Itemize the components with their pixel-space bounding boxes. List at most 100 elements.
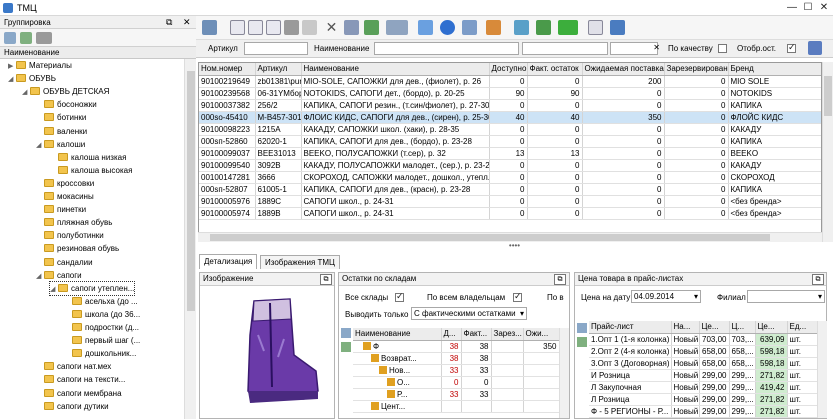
table-row[interactable]: 90100037382 256/2 КАПИКА, САПОГИ резин., (… bbox=[199, 99, 821, 112]
expand-arrow-icon[interactable]: ◢ bbox=[36, 270, 44, 283]
cancel-icon[interactable]: ✕ bbox=[324, 20, 339, 35]
tree-item[interactable]: ◢ ОБУВЬ ДЕТСКАЯ bbox=[22, 85, 109, 98]
tab-images[interactable]: Изображения ТМЦ bbox=[260, 255, 340, 269]
table-row[interactable]: 90100005974 1889В САПОГИ школ., р. 24-31 0 0… bbox=[199, 207, 821, 220]
stock-column-header[interactable]: Зарез... bbox=[491, 328, 524, 341]
stock-row[interactable]: Возврат... 38 38 bbox=[353, 352, 560, 365]
stock-column-header[interactable]: Д... bbox=[441, 328, 462, 341]
tree-item[interactable]: ◢ сапоги bbox=[36, 269, 82, 282]
document-icon[interactable] bbox=[588, 20, 603, 35]
price-column-header[interactable]: На... bbox=[671, 321, 700, 334]
expand-arrow-icon[interactable]: ◢ bbox=[8, 73, 16, 86]
price-date-input[interactable]: 04.09.2014 bbox=[631, 290, 701, 303]
save-icon[interactable] bbox=[344, 20, 359, 35]
stock-row[interactable]: Цент... bbox=[353, 400, 560, 413]
tree-item[interactable]: сапоги мембрана bbox=[36, 387, 122, 400]
columns-icon[interactable] bbox=[386, 20, 408, 35]
only-select[interactable]: С фактическими остатками bbox=[411, 307, 527, 320]
price-scrollbar[interactable] bbox=[817, 321, 827, 418]
price-row[interactable]: Ф - 5 РЕГИОНЫ - Р... Новый 299,00 299,... 27… bbox=[589, 405, 818, 418]
column-header[interactable]: Ожидаемая поставка bbox=[582, 63, 665, 76]
hide-icon[interactable] bbox=[418, 20, 433, 35]
tree-item[interactable]: ботинки bbox=[36, 111, 86, 124]
tab-details[interactable]: Детализация bbox=[199, 254, 258, 269]
hierarchy-icon[interactable] bbox=[202, 20, 217, 35]
expand-arrow-icon[interactable]: ▶ bbox=[8, 60, 16, 73]
grid-vertical-scrollbar[interactable] bbox=[822, 62, 833, 242]
apply-filter-icon[interactable] bbox=[808, 41, 822, 55]
copy-icon[interactable] bbox=[266, 20, 281, 35]
show-rest-checkbox[interactable] bbox=[787, 42, 796, 53]
tree-item[interactable]: ▶ Материалы bbox=[8, 59, 72, 72]
tree-item[interactable]: первый шаг (... bbox=[64, 334, 140, 347]
filter-input-3[interactable] bbox=[522, 42, 608, 55]
dock-icon[interactable]: ⧉ bbox=[166, 17, 172, 28]
tree-item[interactable]: подростки (д... bbox=[64, 321, 139, 334]
export-icon[interactable] bbox=[462, 20, 477, 35]
mark-delete-icon[interactable] bbox=[302, 20, 317, 35]
column-header[interactable]: Доступно bbox=[489, 63, 528, 76]
stock-column-header[interactable]: Ожи... bbox=[523, 328, 560, 341]
clear-filter-icon[interactable]: ✕ bbox=[607, 42, 660, 55]
price-dock-icon[interactable]: ⧉ bbox=[812, 274, 824, 285]
price-tool-icon-1[interactable] bbox=[577, 323, 587, 333]
stock-row[interactable]: Р... 33 33 bbox=[353, 388, 560, 401]
delete-icon[interactable] bbox=[284, 20, 299, 35]
column-header[interactable]: Ном.номер bbox=[199, 63, 256, 76]
tree-item[interactable]: кроссовки bbox=[36, 177, 94, 190]
price-row[interactable]: Л Розница Новый 299,00 299,... 271,82 шт. bbox=[589, 393, 818, 406]
tree-item[interactable]: пинетки bbox=[36, 203, 86, 216]
table-row[interactable]: 90100098223 1215А КАКАДУ, САПОЖКИ школ. (х… bbox=[199, 123, 821, 136]
tree-item[interactable]: резиновая обувь bbox=[36, 242, 119, 255]
stock-row[interactable]: Нов... 33 33 bbox=[353, 364, 560, 377]
price-column-header[interactable]: Це... bbox=[755, 321, 788, 334]
price-column-header[interactable]: Це... bbox=[699, 321, 730, 334]
table-row[interactable]: 000sп-52860 62020-1 КАПИКА, САПОГИ для дев… bbox=[199, 135, 821, 148]
tree-item[interactable]: сандалии bbox=[36, 256, 93, 269]
name-input[interactable] bbox=[374, 42, 519, 55]
table-row[interactable]: 90100005976 1889С САПОГИ школ., р. 24-31 0 0… bbox=[199, 195, 821, 208]
tree-item[interactable]: пляжная обувь bbox=[36, 216, 112, 229]
price-column-header[interactable]: Прайс-лист bbox=[589, 321, 672, 334]
filter-dropdown-icon[interactable] bbox=[558, 20, 578, 35]
refresh-grid-icon[interactable] bbox=[364, 20, 379, 35]
expand-arrow-icon[interactable]: ◢ bbox=[22, 86, 30, 99]
stock-column-header[interactable]: Факт... bbox=[461, 328, 492, 341]
price-row[interactable]: И Розница Новый 299,00 299,... 271,82 шт. bbox=[589, 369, 818, 382]
image-dock-icon[interactable]: ⧉ bbox=[320, 274, 332, 285]
grid-scroll-thumb[interactable] bbox=[824, 76, 832, 116]
stock-dock-icon[interactable]: ⧉ bbox=[554, 274, 566, 285]
tree-scrollbar[interactable] bbox=[184, 59, 196, 419]
tree-item[interactable]: калоша низкая bbox=[50, 151, 126, 164]
close-button[interactable]: ✕ bbox=[816, 1, 832, 14]
tree-scroll-thumb[interactable] bbox=[187, 71, 195, 311]
price-row[interactable]: 2.Опт 2 (4-я колонка) Новый 658,00 658,... 5… bbox=[589, 345, 818, 358]
minimize-button[interactable]: — bbox=[784, 1, 800, 14]
table-row[interactable]: 00100147281 3666 СКОРОХОД, САПОЖКИ малодет… bbox=[199, 171, 821, 184]
report-icon[interactable] bbox=[486, 20, 501, 35]
tree-item[interactable]: асельха (до ... bbox=[64, 295, 138, 308]
tree-item[interactable]: калоша высокая bbox=[50, 164, 132, 177]
expand-arrow-icon[interactable]: ◢ bbox=[36, 139, 44, 152]
table-row[interactable]: 90100099540 3092В КАКАДУ, ПОЛУСАПОЖКИ мало… bbox=[199, 159, 821, 172]
edit-icon[interactable] bbox=[248, 20, 263, 35]
table-row[interactable]: 000sп-52807 61005-1 КАПИКА, САПОГИ для дев… bbox=[199, 183, 821, 196]
search-icon[interactable] bbox=[4, 32, 16, 44]
table-row[interactable]: 9010023956806-31YMбордоNOTOKIDS, САПОГИ … bbox=[199, 87, 821, 100]
tree-item[interactable]: полуботинки bbox=[36, 229, 104, 242]
book-icon[interactable] bbox=[610, 20, 625, 35]
tree-item[interactable]: ◢ ОБУВЬ bbox=[8, 72, 56, 85]
info-icon[interactable] bbox=[440, 20, 455, 35]
refresh-icon[interactable] bbox=[20, 32, 32, 44]
column-header[interactable]: Факт. остаток bbox=[527, 63, 583, 76]
tree-item[interactable]: сапоги на тексти... bbox=[36, 373, 125, 386]
price-column-header[interactable]: Ед... bbox=[787, 321, 818, 334]
tree-item[interactable]: школа (до 36... bbox=[64, 308, 140, 321]
table-row[interactable]: 90100099037 BEE31013 BEEKO, ПОЛУСАПОЖКИ (т… bbox=[199, 147, 821, 160]
tree-item[interactable]: мокасины bbox=[36, 190, 94, 203]
price-row[interactable]: Л Закупочная Новый 299,00 299,... 419,42 шт. bbox=[589, 381, 818, 394]
article-input[interactable] bbox=[244, 42, 308, 55]
price-tool-icon-2[interactable] bbox=[577, 337, 587, 347]
table-row[interactable]: 90100219649zb01381\purpleMIO-SOLE, САПОЖ… bbox=[199, 75, 821, 88]
branch-select[interactable] bbox=[747, 290, 825, 303]
